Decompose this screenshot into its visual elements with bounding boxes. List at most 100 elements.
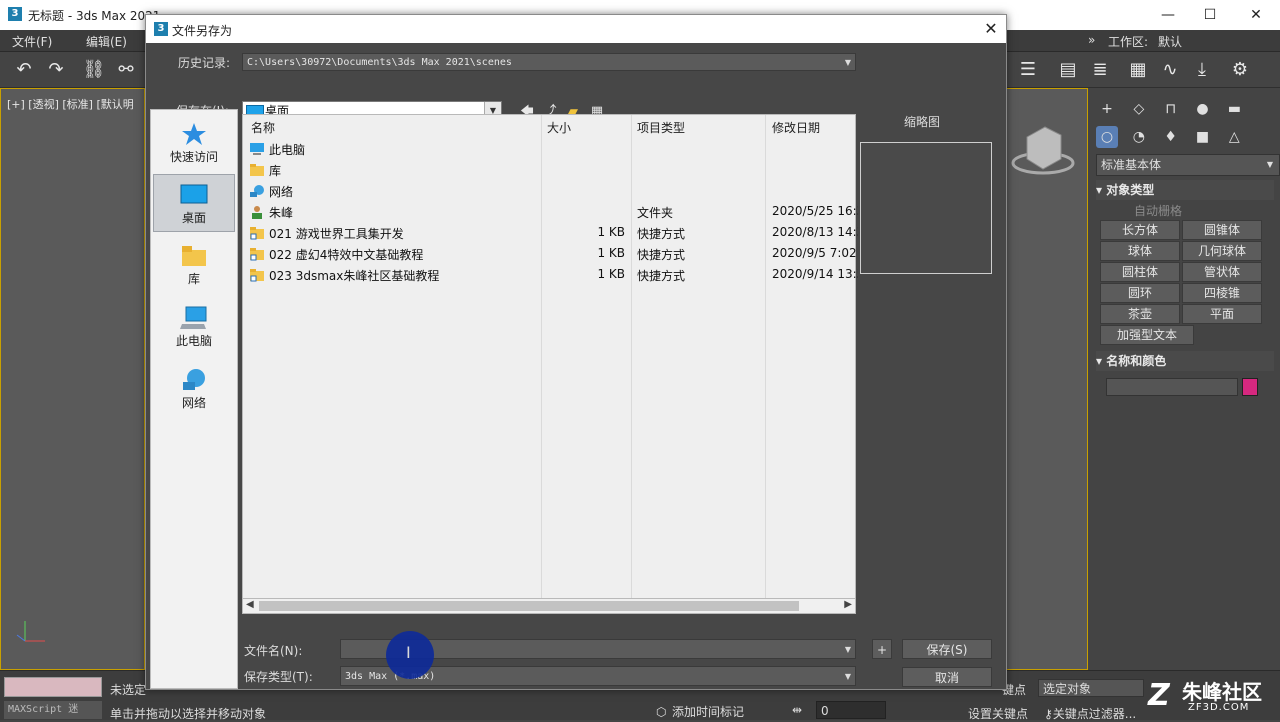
column-header-name[interactable]: 名称: [251, 119, 275, 136]
place-network[interactable]: 网络: [153, 360, 235, 418]
column-header-date[interactable]: 修改日期: [772, 119, 820, 136]
list-item[interactable]: 库: [247, 160, 853, 180]
plane-button[interactable]: 平面: [1182, 304, 1262, 324]
display-tab-icon[interactable]: ▬: [1223, 98, 1245, 120]
maximize-button[interactable]: ☐: [1190, 4, 1230, 26]
primitive-type-value: 标准基本体: [1101, 158, 1162, 172]
thumbnail-label: 缩略图: [904, 115, 941, 129]
sphere-button[interactable]: 球体: [1100, 241, 1180, 261]
menu-edit[interactable]: 编辑(E): [86, 33, 127, 50]
increment-filename-button[interactable]: +: [872, 639, 892, 659]
desktop-icon: [180, 184, 208, 204]
chevron-down-icon: ▼: [844, 672, 851, 681]
horizontal-scrollbar[interactable]: ◀ ▶: [242, 598, 856, 614]
command-tabs: + ◇ ⊓ ● ▬: [1096, 98, 1276, 122]
torus-button[interactable]: 圆环: [1100, 283, 1180, 303]
app-close-button[interactable]: ✕: [1236, 4, 1276, 26]
file-name: 朱峰: [269, 206, 294, 220]
maxscript-listener[interactable]: [4, 677, 102, 697]
primitive-type-dropdown[interactable]: 标准基本体 ▼: [1096, 154, 1280, 176]
column-header-size[interactable]: 大小: [547, 119, 571, 136]
place-library[interactable]: 库: [153, 236, 235, 294]
file-list[interactable]: 名称 大小 项目类型 修改日期 此电脑 库 网络 朱峰 文件夹 2020/5/2…: [242, 114, 858, 601]
undo-icon[interactable]: ↶: [12, 58, 36, 82]
object-name-field[interactable]: [1106, 378, 1238, 396]
motion-tab-icon[interactable]: ●: [1191, 98, 1213, 120]
column-header-type[interactable]: 项目类型: [637, 119, 685, 136]
watermark-title: 朱峰社区: [1182, 680, 1262, 704]
link-icon[interactable]: ⛓: [82, 58, 106, 82]
shapes-icon[interactable]: ◔: [1128, 126, 1150, 148]
geometry-icon[interactable]: ○: [1096, 126, 1118, 148]
object-type-header[interactable]: ▾ 对象类型: [1096, 180, 1274, 200]
set-key-button[interactable]: 设置关键点: [968, 705, 1028, 722]
list-item[interactable]: 网络: [247, 181, 853, 201]
textplus-button[interactable]: 加强型文本: [1100, 325, 1194, 345]
viewport-right[interactable]: [1005, 88, 1088, 670]
key-mode-icon[interactable]: ⇹: [792, 703, 802, 717]
viewcube-icon[interactable]: [1005, 119, 1075, 189]
modify-tab-icon[interactable]: ◇: [1128, 98, 1150, 120]
add-time-tag-button[interactable]: ⬡ 添加时间标记: [656, 703, 776, 721]
list-item[interactable]: 朱峰 文件夹 2020/5/25 16:3: [247, 202, 858, 222]
place-quick-access[interactable]: 快速访问: [153, 114, 235, 172]
file-name: 023 3dsmax朱峰社区基础教程: [269, 269, 440, 283]
app-logo-icon: 3: [8, 7, 22, 21]
list-item[interactable]: 021 游戏世界工具集开发 1 KB 快捷方式 2020/8/13 14:3: [247, 223, 858, 243]
geosphere-button[interactable]: 几何球体: [1182, 241, 1262, 261]
scroll-right-icon[interactable]: ▶: [844, 599, 852, 610]
save-button[interactable]: 保存(S): [902, 639, 992, 659]
helpers-icon[interactable]: △: [1223, 126, 1245, 148]
teapot-button[interactable]: 茶壶: [1100, 304, 1180, 324]
list-item[interactable]: 022 虚幻4特效中文基础教程 1 KB 快捷方式 2020/9/5 7:02: [247, 244, 857, 264]
redo-icon[interactable]: ↷: [44, 58, 68, 82]
key-set-dropdown[interactable]: 选定对象: [1038, 679, 1144, 697]
ribbon-icon[interactable]: ▦: [1126, 58, 1150, 82]
unlink-icon[interactable]: ⚯: [114, 58, 138, 82]
menu-file[interactable]: 文件(F): [12, 33, 52, 50]
material-editor-icon[interactable]: ⚙: [1228, 58, 1252, 82]
place-label: 此电脑: [175, 334, 212, 348]
scene-explorer-icon[interactable]: ▤: [1056, 58, 1080, 82]
cancel-button[interactable]: 取消: [902, 667, 992, 687]
axis-gizmo-icon: [16, 621, 45, 642]
cone-button[interactable]: 圆锥体: [1182, 220, 1262, 240]
scroll-thumb[interactable]: [259, 601, 799, 611]
network-icon: [250, 185, 264, 197]
auto-grid-checkbox[interactable]: 自动栅格: [1134, 202, 1182, 219]
place-desktop[interactable]: 桌面: [153, 174, 235, 232]
viewport-label[interactable]: [+] [透视] [标准] [默认明: [7, 96, 134, 112]
curve-editor-icon[interactable]: ∿: [1158, 58, 1182, 82]
file-name: 021 游戏世界工具集开发: [269, 227, 404, 241]
place-this-pc[interactable]: 此电脑: [153, 298, 235, 356]
cylinder-button[interactable]: 圆柱体: [1100, 262, 1180, 282]
pyramid-button[interactable]: 四棱锥: [1182, 283, 1262, 303]
hierarchy-tab-icon[interactable]: ⊓: [1160, 98, 1182, 120]
lights-icon[interactable]: ♦: [1160, 126, 1182, 148]
schematic-icon[interactable]: ⤓: [1190, 58, 1214, 82]
tube-button[interactable]: 管状体: [1182, 262, 1262, 282]
maxscript-input[interactable]: MAXScript 迷: [4, 701, 102, 719]
box-button[interactable]: 长方体: [1100, 220, 1180, 240]
minimize-button[interactable]: —: [1148, 4, 1188, 26]
key-filter-button[interactable]: ⚷关键点过滤器...: [1044, 705, 1136, 722]
file-date: 2020/9/14 13:5: [772, 267, 858, 281]
workspace-dropdown[interactable]: 默认: [1158, 33, 1182, 50]
align-icon[interactable]: ☰: [1016, 58, 1040, 82]
current-frame-field[interactable]: 0: [816, 701, 886, 719]
chevron-down-icon: ▼: [844, 58, 851, 67]
list-item[interactable]: 此电脑: [247, 139, 853, 159]
name-color-header[interactable]: ▾ 名称和颜色: [1096, 351, 1274, 371]
list-item[interactable]: 023 3dsmax朱峰社区基础教程 1 KB 快捷方式 2020/9/14 1…: [247, 265, 858, 285]
dialog-titlebar[interactable]: 3 文件另存为 ✕: [146, 15, 1006, 43]
layer-explorer-icon[interactable]: ≣: [1088, 58, 1112, 82]
object-color-swatch[interactable]: [1242, 378, 1258, 396]
viewport-perspective[interactable]: [+] [透视] [标准] [默认明: [0, 88, 145, 670]
cameras-icon[interactable]: ■: [1191, 126, 1213, 148]
expand-chevron-icon[interactable]: »: [1088, 33, 1095, 47]
scroll-left-icon[interactable]: ◀: [246, 599, 254, 610]
history-dropdown[interactable]: C:\Users\30972\Documents\3ds Max 2021\sc…: [242, 53, 856, 71]
file-size: 1 KB: [597, 267, 625, 281]
create-tab-icon[interactable]: +: [1096, 98, 1118, 120]
dialog-close-button[interactable]: ✕: [976, 15, 1006, 43]
